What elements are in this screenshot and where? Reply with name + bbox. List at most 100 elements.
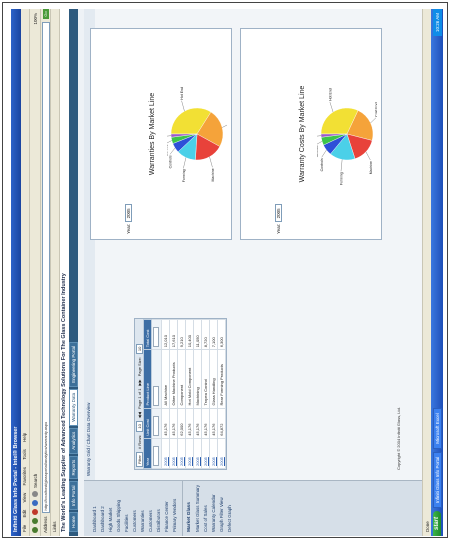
table-cell[interactable]: 2005 xyxy=(169,438,178,469)
table-cell: 64,872 xyxy=(217,408,226,439)
pie-label: Hot End xyxy=(328,88,332,101)
pie-chart-warranties: Hot EndCold EndMachineFormingControlsSer… xyxy=(167,87,227,182)
sidebar: Dashboard 1 Dashboard 2 High Market Good… xyxy=(84,480,422,536)
table-row[interactable]: 2005 62,000 Component 9,210 xyxy=(177,319,186,469)
table-cell[interactable]: 2005 xyxy=(177,438,186,469)
table-row[interactable]: 2005 45,176 All Machine 12,010 xyxy=(161,319,170,469)
filter-cell[interactable] xyxy=(151,438,162,469)
table-cell: 7,100 xyxy=(209,319,218,350)
pie-label: Hot End xyxy=(180,87,184,100)
table-cell: 9,210 xyxy=(177,319,186,350)
sidebar-section-item[interactable]: Defect Graph xyxy=(225,481,233,536)
sidebar-section-item[interactable]: Graph Filter View xyxy=(217,481,225,536)
sidebar-item[interactable]: Primary Vendors xyxy=(170,481,178,536)
refresh-icon[interactable] xyxy=(32,500,38,506)
filter-button[interactable]: Filter xyxy=(135,452,143,467)
table-cell[interactable]: 2005 xyxy=(209,438,218,469)
column-header[interactable]: Unit Cost xyxy=(143,408,152,439)
forward-icon[interactable] xyxy=(32,518,38,524)
grid-toolbar: Filter # Rows: 10 ◀◀ Page 1 of 1 ▶▶ Page… xyxy=(135,319,143,469)
first-page-icon[interactable]: ◀◀ xyxy=(137,412,142,418)
column-header[interactable]: Total Cost xyxy=(143,319,152,350)
stop-icon[interactable] xyxy=(32,509,38,515)
table-cell[interactable]: 2005 xyxy=(201,438,210,469)
pie-label: Machine xyxy=(211,168,215,181)
filter-cell[interactable] xyxy=(151,349,162,409)
back-icon[interactable] xyxy=(32,527,38,533)
address-input[interactable]: http://localhost/glassportal/analytics/w… xyxy=(41,22,50,514)
menu-help[interactable]: Help xyxy=(22,433,27,442)
menu-edit[interactable]: Edit xyxy=(22,510,27,518)
table-row[interactable]: 2005 45,176 Hot Mold Component 10,400 xyxy=(185,319,194,469)
taskbar-item[interactable]: Infiniti Glass Info Portal xyxy=(432,451,442,508)
pie-label: Forming xyxy=(340,172,344,185)
nav-analytics[interactable]: Analytics xyxy=(69,427,78,454)
table-cell: 45,176 xyxy=(169,408,178,439)
column-header[interactable]: Year xyxy=(143,438,152,469)
last-page-icon[interactable]: ▶▶ xyxy=(137,379,142,385)
table-row[interactable]: 2005 64,872 Rear Forming Products 6,300 xyxy=(217,319,226,469)
start-button[interactable]: start xyxy=(433,510,441,536)
table-cell: Rear Forming Products xyxy=(217,349,226,409)
filter-input[interactable] xyxy=(153,327,159,348)
table-row[interactable]: 2005 45,176 Tropea Control 8,720 xyxy=(201,319,210,469)
menu-file[interactable]: File xyxy=(22,525,27,532)
table-cell[interactable]: 2005 xyxy=(161,438,170,469)
menu-view[interactable]: View xyxy=(22,493,27,503)
column-header[interactable]: Product Line xyxy=(143,349,152,409)
table-cell[interactable]: 2005 xyxy=(193,438,202,469)
nav-warranty-data[interactable]: Warranty Data xyxy=(69,388,78,426)
filter-input[interactable] xyxy=(153,415,159,436)
pie-callout-line xyxy=(329,101,334,113)
pie-callout-line xyxy=(317,141,323,145)
table-row[interactable]: 2005 45,176 Glass Handling 7,100 xyxy=(209,319,218,469)
table-row[interactable]: 2005 45,176 Other Machine Products 17,610 xyxy=(169,319,178,469)
sidebar-section-item[interactable]: Market Glass Summary xyxy=(193,481,201,536)
table-row[interactable]: 2005 45,176 Machining 11,050 xyxy=(193,319,202,469)
taskbar: start Infiniti Glass Info Portal Microso… xyxy=(431,9,443,536)
nav-engineering-portal[interactable]: Engineering Portal xyxy=(69,341,78,387)
filter-row xyxy=(151,319,162,469)
rows-select[interactable]: 10 xyxy=(135,421,143,432)
search-button[interactable]: Search xyxy=(33,474,38,488)
pie-callout-line xyxy=(167,135,172,137)
sidebar-item[interactable]: Customers xyxy=(130,481,138,536)
pie-label: Forming xyxy=(182,169,186,182)
nav-home[interactable]: Home xyxy=(69,511,78,532)
sidebar-item[interactable]: Finance Center xyxy=(162,481,170,536)
filter-cell[interactable] xyxy=(151,319,162,350)
sidebar-item[interactable]: Goods Shipping xyxy=(114,481,122,536)
sidebar-section-item[interactable]: Warranty Calendar xyxy=(209,481,217,536)
menu-favorites[interactable]: Favorites xyxy=(22,467,27,486)
sidebar-item[interactable]: Dashboard 2 xyxy=(98,481,106,536)
grid-header-row: Year Unit Cost Product Line Total Cost xyxy=(143,319,152,469)
go-button[interactable]: Go xyxy=(42,9,49,19)
filter-input[interactable] xyxy=(153,385,159,406)
sidebar-section-item[interactable]: Cost of Sales xyxy=(201,481,209,536)
sidebar-item[interactable]: Warranties xyxy=(138,481,146,536)
table-cell: 8,720 xyxy=(201,319,210,350)
pie-callout-line xyxy=(222,124,227,128)
sidebar-item[interactable]: Customers xyxy=(146,481,154,536)
filter-cell[interactable] xyxy=(151,408,162,439)
table-cell[interactable]: 2005 xyxy=(217,438,226,469)
page-size-select[interactable]: 10 xyxy=(135,343,143,355)
table-cell: Tropea Control xyxy=(201,349,210,409)
menu-tools[interactable]: Tools xyxy=(22,449,27,460)
filter-input[interactable] xyxy=(153,446,159,466)
pie-chart-costs: Hot EndCold EndMachineFormingControlsSer… xyxy=(317,88,377,185)
taskbar-item[interactable]: Microsoft Excel xyxy=(432,408,442,449)
links-label[interactable]: Links xyxy=(52,521,57,532)
nav-reports[interactable]: Reports xyxy=(69,455,78,480)
sidebar-item[interactable]: Facilities xyxy=(122,481,130,536)
sidebar-item[interactable]: Dashboard 1 xyxy=(90,481,98,536)
year-select[interactable]: 2005 xyxy=(275,204,282,223)
table-cell[interactable]: 2005 xyxy=(185,438,194,469)
sidebar-item[interactable]: High Market xyxy=(106,481,114,536)
table-cell: 11,050 xyxy=(193,319,202,350)
year-select[interactable]: 2005 xyxy=(125,204,132,223)
sidebar-item[interactable]: Distributors xyxy=(154,481,162,536)
home-icon[interactable] xyxy=(32,491,38,497)
nav-info-portal[interactable]: Info Portal xyxy=(69,481,78,510)
table-cell: 45,176 xyxy=(209,408,218,439)
